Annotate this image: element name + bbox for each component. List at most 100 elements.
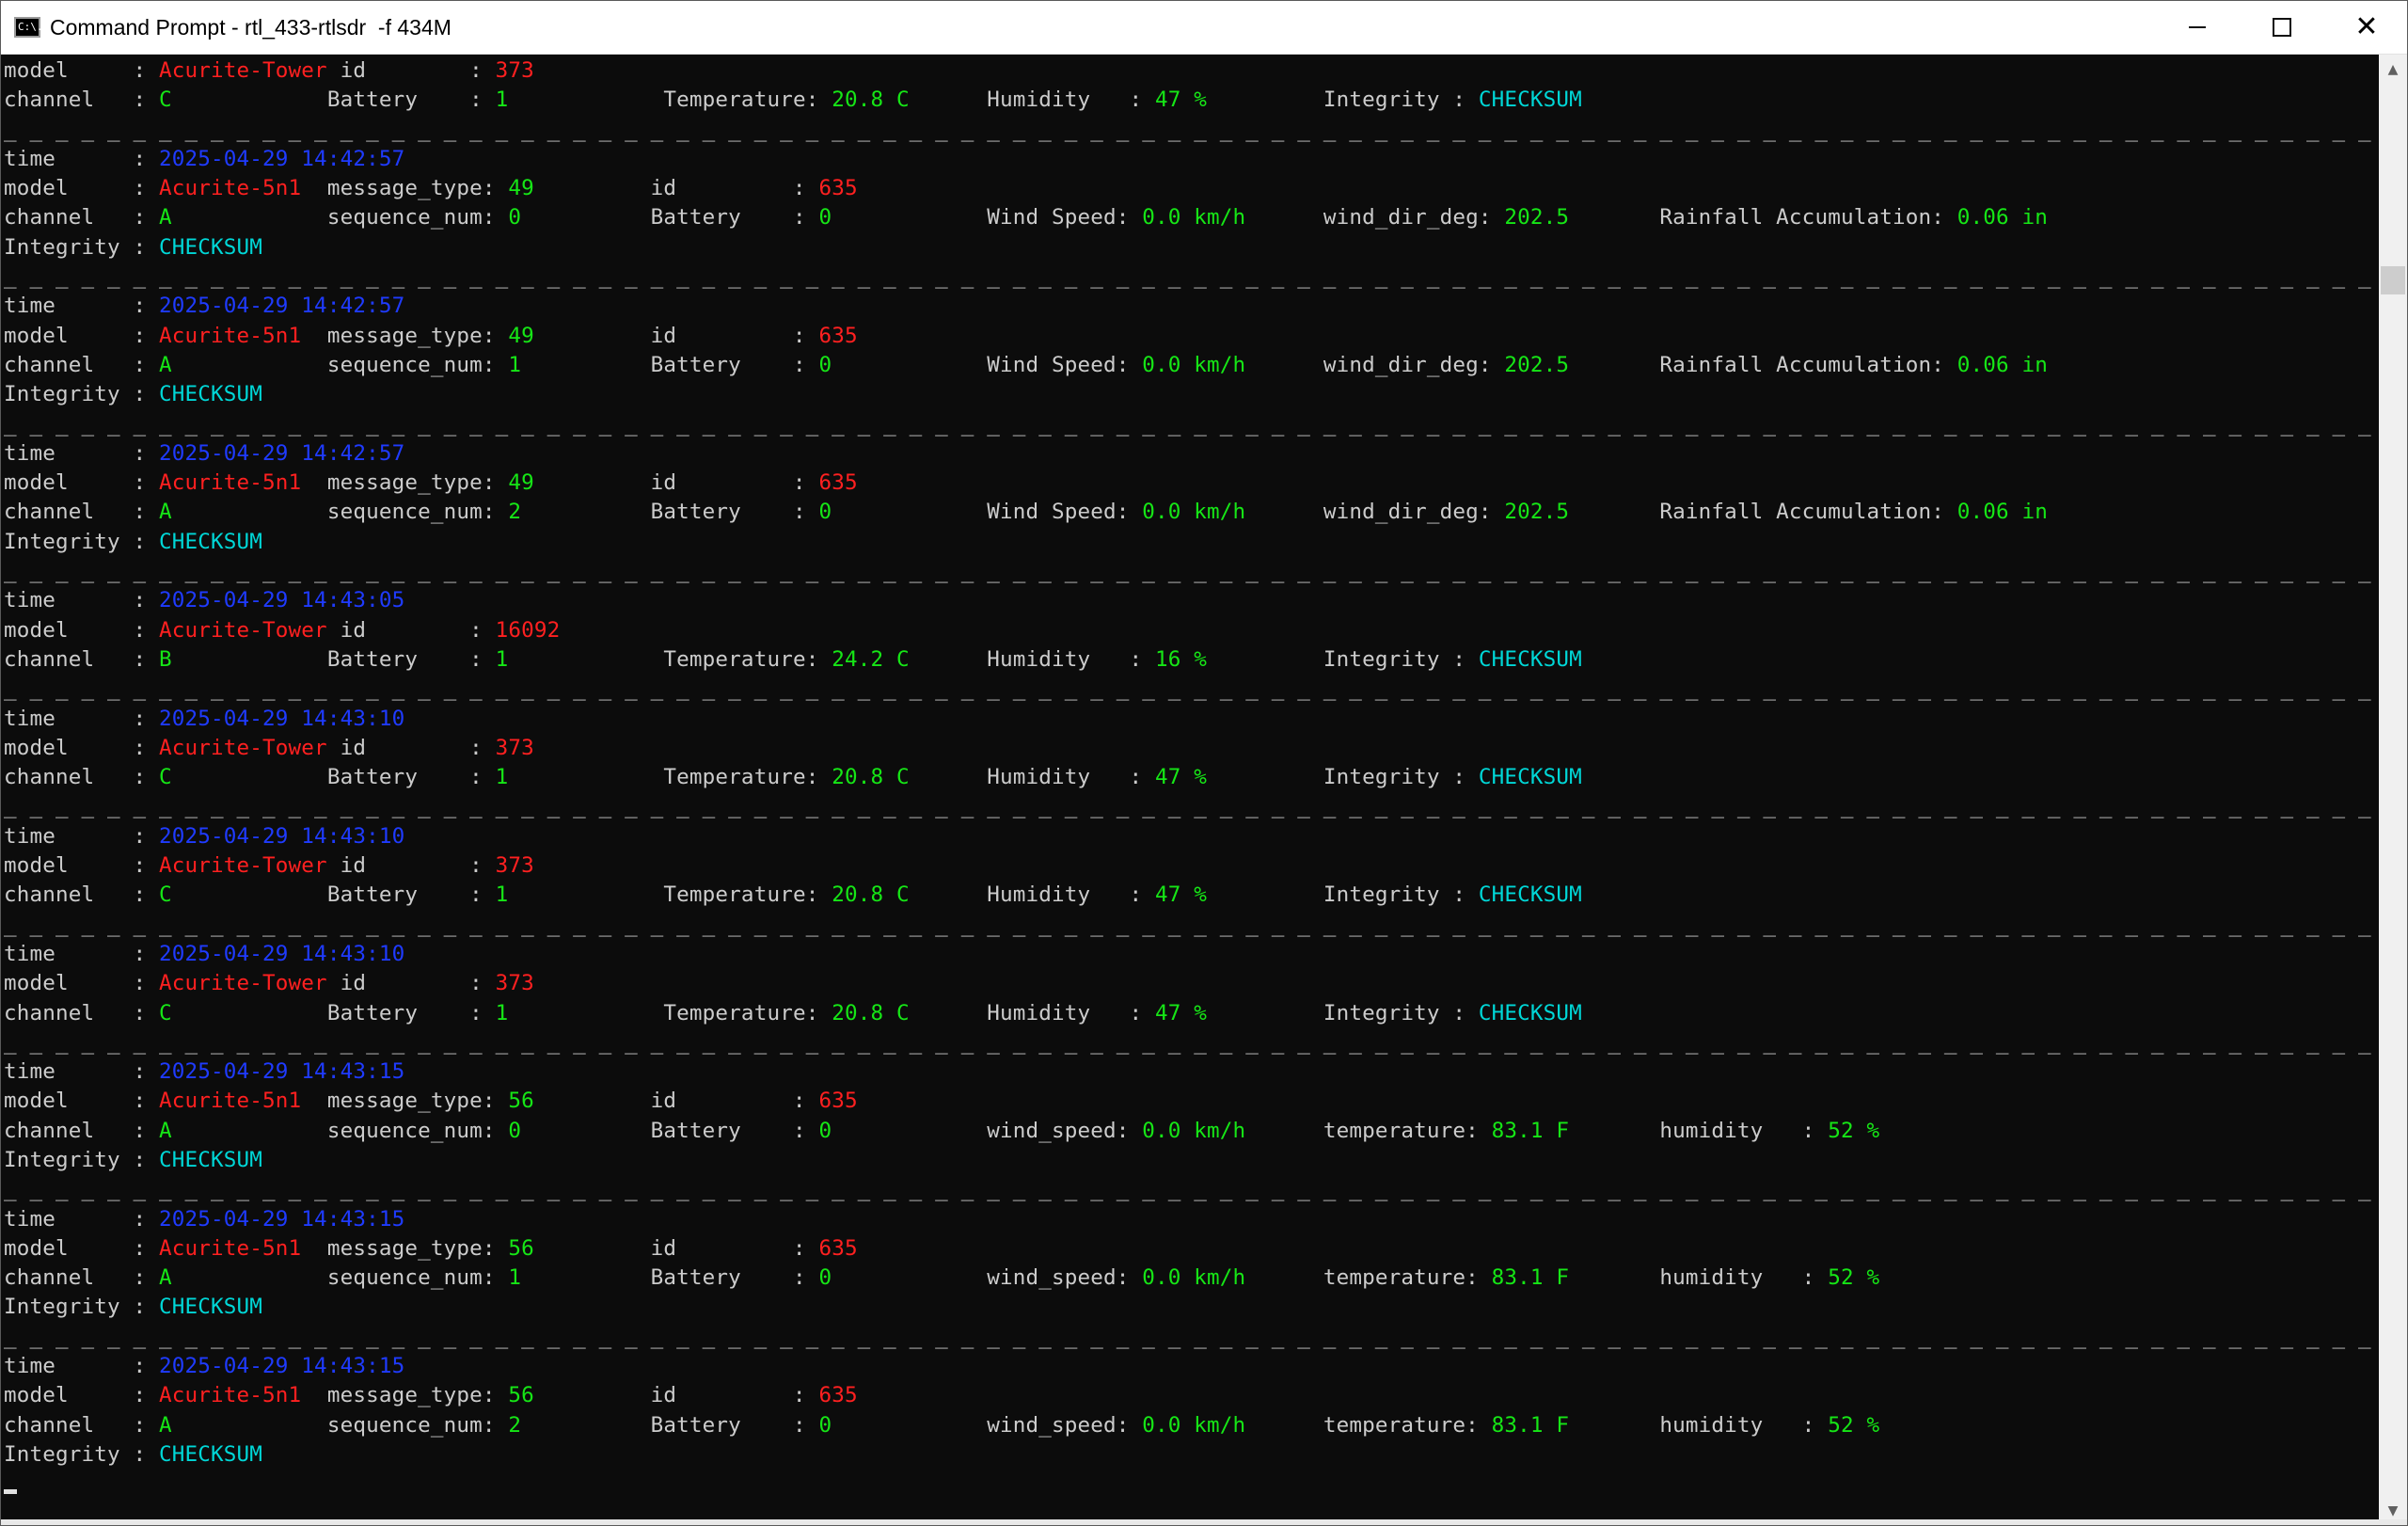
field-label: Wind Speed:: [832, 205, 1143, 230]
field-value: 0: [508, 205, 522, 230]
field-label: sequence_num:: [171, 1265, 509, 1291]
field-label: channel :: [4, 87, 160, 113]
minimize-icon: [2189, 26, 2206, 28]
field-value: 2025-04-29 14:43:10: [159, 706, 405, 731]
field-value: 0.06 in: [1956, 500, 2048, 525]
field-label: Temperature:: [508, 646, 832, 672]
field-value: 49: [508, 176, 534, 201]
field-value: 2: [508, 500, 522, 525]
scroll-up-icon[interactable]: ▲: [2379, 55, 2407, 85]
field-label: time :: [4, 294, 160, 319]
field-value: Acurite-Tower: [159, 735, 327, 760]
field-value: 0.0 km/h: [1142, 500, 1246, 525]
record-separator: _ _ _ _ _ _ _ _ _ _ _ _ _ _ _ _ _ _ _ _ …: [4, 1323, 2379, 1352]
field-value: 20.8 C: [832, 87, 910, 113]
console-line: model : Acurite-Tower id : 373: [4, 851, 2379, 881]
field-label: time :: [4, 1206, 160, 1232]
field-label: channel :: [4, 205, 160, 230]
console-line: model : Acurite-5n1 message_type: 49 id …: [4, 322, 2379, 351]
field-value: 16092: [495, 617, 561, 643]
field-label: time :: [4, 941, 160, 966]
console-line: model : Acurite-Tower id : 16092: [4, 616, 2379, 645]
field-label: Battery :: [521, 352, 819, 377]
console-line: time : 2025-04-29 14:43:05: [4, 586, 2379, 615]
field-label: channel :: [4, 1000, 160, 1025]
field-value: 20.8 C: [832, 765, 910, 790]
field-label: id :: [533, 1089, 819, 1114]
field-label: humidity :: [1569, 1412, 1829, 1438]
field-value: Acurite-Tower: [159, 58, 327, 83]
scrollbar-thumb[interactable]: [2381, 266, 2405, 294]
field-label: sequence_num:: [171, 500, 509, 525]
maximize-button[interactable]: [2240, 1, 2324, 54]
field-value: CHECKSUM: [159, 1441, 263, 1467]
field-value: 373: [495, 853, 534, 879]
field-value: 635: [818, 1089, 858, 1114]
field-value: A: [159, 1412, 172, 1438]
field-value: Acurite-5n1: [159, 1383, 302, 1408]
field-label: sequence_num:: [171, 1412, 509, 1438]
field-label: id :: [326, 617, 496, 643]
field-value: 2025-04-29 14:43:10: [159, 941, 405, 966]
field-label: wind_speed:: [832, 1118, 1143, 1143]
field-label: model :: [4, 1383, 160, 1408]
field-label: Integrity :: [4, 1147, 160, 1172]
field-value: 0.0 km/h: [1142, 1118, 1246, 1143]
vertical-scrollbar[interactable]: ▲ ▼: [2379, 55, 2407, 1525]
console-line: time : 2025-04-29 14:42:57: [4, 439, 2379, 469]
separator-text: _ _ _ _ _ _ _ _ _ _ _ _ _ _ _ _ _ _ _ _ …: [4, 1177, 2371, 1202]
field-value: 1: [495, 646, 509, 672]
field-label: time :: [4, 1354, 160, 1379]
console-line: channel : A sequence_num: 0 Battery : 0 …: [4, 1117, 2379, 1146]
field-label: id :: [533, 323, 819, 348]
field-label: model :: [4, 735, 160, 760]
field-value: 373: [495, 58, 534, 83]
field-value: 49: [508, 470, 534, 496]
close-button[interactable]: ✕: [2324, 1, 2407, 54]
field-value: 373: [495, 971, 534, 996]
field-value: 52 %: [1828, 1265, 1880, 1291]
console-line: channel : A sequence_num: 2 Battery : 0 …: [4, 498, 2379, 527]
field-value: 47 %: [1155, 1000, 1208, 1025]
field-value: 2025-04-29 14:43:10: [159, 823, 405, 849]
minimize-button[interactable]: [2155, 1, 2240, 54]
field-label: Integrity :: [1207, 1000, 1479, 1025]
field-label: Integrity :: [1207, 882, 1479, 908]
field-label: sequence_num:: [171, 205, 509, 230]
field-value: 202.5: [1504, 500, 1570, 525]
field-label: Integrity :: [1207, 87, 1479, 113]
field-value: 1: [508, 1265, 522, 1291]
field-label: Temperature:: [508, 882, 832, 908]
cmd-icon[interactable]: C:\.: [14, 17, 43, 38]
field-value: Acurite-5n1: [159, 470, 302, 496]
console-output[interactable]: model : Acurite-Tower id : 373 channel : …: [1, 55, 2379, 1525]
field-value: 52 %: [1828, 1118, 1880, 1143]
separator-text: _ _ _ _ _ _ _ _ _ _ _ _ _ _ _ _ _ _ _ _ …: [4, 264, 2371, 290]
field-value: 49: [508, 323, 534, 348]
record-separator: _ _ _ _ _ _ _ _ _ _ _ _ _ _ _ _ _ _ _ _ …: [4, 1175, 2379, 1204]
console-line: model : Acurite-Tower id : 373: [4, 734, 2379, 763]
record-separator: _ _ _ _ _ _ _ _ _ _ _ _ _ _ _ _ _ _ _ _ …: [4, 262, 2379, 292]
field-value: A: [159, 352, 172, 377]
field-value: CHECKSUM: [159, 529, 263, 554]
field-label: Integrity :: [1207, 646, 1479, 672]
field-label: time :: [4, 146, 160, 171]
record-separator: _ _ _ _ _ _ _ _ _ _ _ _ _ _ _ _ _ _ _ _ …: [4, 911, 2379, 940]
console-line: time : 2025-04-29 14:42:57: [4, 292, 2379, 321]
field-label: wind_speed:: [832, 1265, 1143, 1291]
field-value: A: [159, 1118, 172, 1143]
maximize-icon: [2273, 18, 2291, 37]
field-label: channel :: [4, 765, 160, 790]
field-label: time :: [4, 440, 160, 466]
field-value: 202.5: [1504, 352, 1570, 377]
field-label: Battery :: [521, 1265, 819, 1291]
title-bar[interactable]: C:\. Command Prompt - rtl_433-rtlsdr -f …: [1, 1, 2407, 55]
console-line: Integrity : CHECKSUM: [4, 528, 2379, 557]
field-value: 0: [818, 1265, 832, 1291]
field-label: Humidity :: [909, 882, 1156, 908]
console-line: channel : A sequence_num: 1 Battery : 0 …: [4, 351, 2379, 380]
console-line: model : Acurite-Tower id : 373: [4, 969, 2379, 998]
field-value: 635: [818, 1383, 858, 1408]
field-value: 635: [818, 176, 858, 201]
console-line: channel : C Battery : 1 Temperature: 20.…: [4, 999, 2379, 1028]
